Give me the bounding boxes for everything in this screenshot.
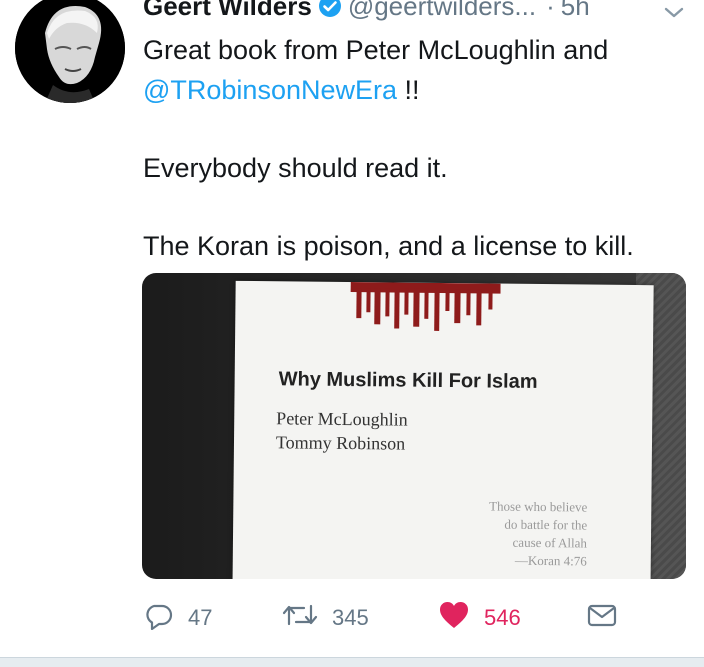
author-name[interactable]: Geert Wilders (143, 0, 312, 22)
tweet-media-image[interactable]: Why Muslims Kill For Islam Peter McLough… (142, 273, 686, 579)
book-author: Tommy Robinson (275, 432, 406, 454)
heart-icon (438, 600, 470, 636)
tweet-header: Geert Wilders @geertwilders... · 5h (143, 0, 590, 24)
like-button[interactable]: 546 (438, 600, 521, 636)
mention-link[interactable]: @TRobinsonNewEra (143, 75, 397, 105)
reply-button[interactable]: 47 (144, 600, 212, 636)
author-handle[interactable]: @geertwilders... (348, 0, 536, 22)
retweet-count: 345 (332, 605, 369, 630)
quote-line: —Koran 4:76 (514, 552, 587, 569)
tweet-text: Great book from Peter McLoughlin and @TR… (143, 30, 693, 266)
quote-line: do battle for the (504, 516, 588, 533)
tweet-actions: 47 345 546 (142, 600, 622, 640)
book-cover: Why Muslims Kill For Islam Peter McLough… (232, 280, 654, 579)
quote-line: Those who believe (489, 498, 588, 515)
chevron-down-icon[interactable] (662, 0, 686, 29)
envelope-icon (586, 600, 618, 636)
quote-line: cause of Allah (512, 534, 588, 551)
book-title: Why Muslims Kill For Islam (278, 368, 538, 393)
verified-badge-icon (318, 0, 342, 18)
like-count: 546 (484, 605, 521, 630)
reply-icon (144, 600, 174, 636)
book-quote: Those who believe do battle for the caus… (488, 497, 587, 570)
retweet-button[interactable]: 345 (282, 600, 369, 636)
retweet-icon (282, 600, 318, 636)
direct-message-button[interactable] (586, 600, 618, 636)
tweet-line: Great book from Peter McLoughlin and (143, 35, 609, 65)
tweet-exclamation: !! (397, 75, 420, 105)
tweet-line: The Koran is poison, and a license to ki… (143, 231, 634, 261)
tweet-time[interactable]: 5h (561, 0, 590, 22)
separator-dot: · (546, 0, 555, 21)
book-author: Peter McLoughlin (276, 408, 408, 430)
avatar[interactable] (15, 0, 125, 103)
tweet-line: Everybody should read it. (143, 153, 448, 183)
reply-count: 47 (188, 605, 213, 630)
blood-drip-graphic (350, 282, 501, 331)
tweet-line-mention: @TRobinsonNewEra !! (143, 70, 693, 110)
